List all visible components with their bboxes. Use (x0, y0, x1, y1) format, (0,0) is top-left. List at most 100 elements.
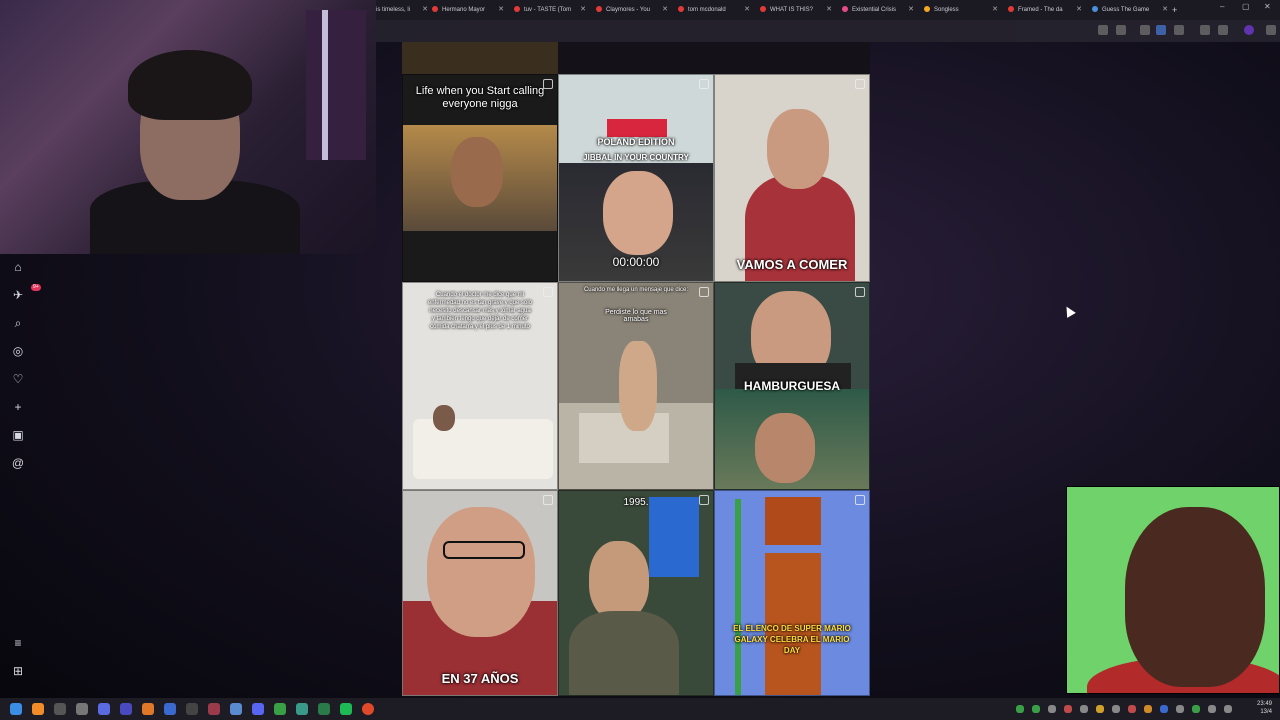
feed-top-partial-tile[interactable] (558, 42, 870, 74)
app-icon[interactable] (318, 703, 330, 715)
minimize-button[interactable]: – (1220, 2, 1224, 11)
search-icon[interactable] (32, 703, 44, 715)
browser-tab[interactable]: tuv - TASTE (Tom ✕ (514, 2, 586, 18)
install-icon[interactable] (1098, 25, 1108, 35)
profile-avatar-icon[interactable] (1244, 25, 1254, 35)
app-icon[interactable] (98, 703, 110, 715)
app-icon[interactable] (230, 703, 242, 715)
tile-timer: 00:00:00 (612, 255, 660, 269)
search-icon[interactable]: ⌕ (11, 316, 25, 330)
threads-icon[interactable]: @ (11, 456, 25, 470)
browser-tab-active[interactable]: Guess The Game ✕ (1092, 2, 1168, 18)
collections-icon[interactable] (1218, 25, 1228, 35)
site-icon (842, 6, 848, 13)
browser-tab[interactable]: Hermano Mayor ✕ (432, 2, 504, 18)
close-window-button[interactable]: ✕ (1264, 2, 1271, 11)
steam-icon[interactable] (186, 703, 198, 715)
menu-icon[interactable]: ≡ (11, 636, 25, 650)
browser-tab[interactable]: Existential Crisis ✕ (842, 2, 914, 18)
feed-tile[interactable]: POLAND EDITION JIBBAL IN YOUR COUNTRY 00… (558, 74, 714, 282)
close-tab-icon[interactable]: ✕ (826, 2, 832, 18)
background-light (322, 10, 328, 160)
home-icon[interactable]: ⌂ (11, 260, 25, 274)
multi-post-icon (855, 287, 865, 297)
browser-tab[interactable]: is timeless, li ✕ (376, 2, 428, 18)
profile-icon[interactable]: ▣ (11, 428, 25, 442)
tray-icon[interactable] (1032, 705, 1040, 713)
volume-icon[interactable] (1224, 705, 1232, 713)
close-tab-icon[interactable]: ✕ (662, 2, 668, 18)
multi-post-icon (699, 495, 709, 505)
maximize-button[interactable]: ▢ (1242, 2, 1250, 11)
new-tab-button[interactable]: + (1172, 2, 1182, 18)
tray-icon[interactable] (1064, 705, 1072, 713)
tray-icon[interactable] (1144, 705, 1152, 713)
network-icon[interactable] (1208, 705, 1216, 713)
feed-tile[interactable]: EL ELENCO DE SUPER MARIO GALAXY CELEBRA … (714, 490, 870, 696)
browser-tab[interactable]: WHAT IS THIS? ✕ (760, 2, 832, 18)
tray-icon[interactable] (1112, 705, 1120, 713)
tray-icon[interactable] (1128, 705, 1136, 713)
background-shelf (306, 10, 366, 160)
taskbar-clock[interactable]: 23:49 13/4 (1257, 700, 1272, 716)
tray-icon[interactable] (1160, 705, 1168, 713)
spotify-icon[interactable] (340, 703, 352, 715)
extensions-puzzle-icon[interactable] (1174, 25, 1184, 35)
feed-tile[interactable]: 1995. (558, 490, 714, 696)
close-tab-icon[interactable]: ✕ (992, 2, 998, 18)
browser-tab[interactable]: tom mcdonald ✕ (678, 2, 750, 18)
close-tab-icon[interactable]: ✕ (580, 2, 586, 18)
close-tab-icon[interactable]: ✕ (422, 2, 428, 18)
feed-top-partial-tile[interactable] (402, 42, 558, 74)
browser-tab[interactable]: Claymores - You ✕ (596, 2, 668, 18)
tray-icon[interactable] (1048, 705, 1056, 713)
inbox-icon[interactable]: ✈ 9+ (11, 284, 41, 302)
app-icon[interactable] (76, 703, 88, 715)
tray-icon[interactable] (1192, 705, 1200, 713)
discord-icon[interactable] (252, 703, 264, 715)
overlay-face (1125, 507, 1265, 687)
close-tab-icon[interactable]: ✕ (908, 2, 914, 18)
feed-tile[interactable]: EN 37 AÑOS (402, 490, 558, 696)
close-tab-icon[interactable]: ✕ (744, 2, 750, 18)
browser-icon[interactable] (362, 703, 374, 715)
feed-tile[interactable]: VAMOS A COMER (714, 74, 870, 282)
tile-caption: POLAND EDITION (597, 137, 675, 147)
app-icon[interactable] (120, 703, 132, 715)
site-icon (924, 6, 930, 13)
tray-icon[interactable] (1016, 705, 1024, 713)
app-icon[interactable] (164, 703, 176, 715)
app-icon[interactable] (208, 703, 220, 715)
tile-caption: EL ELENCO DE SUPER MARIO GALAXY CELEBRA … (733, 624, 851, 655)
browser-tab[interactable]: Framed - The da ✕ (1008, 2, 1082, 18)
app-icon[interactable] (296, 703, 308, 715)
extension-icon[interactable] (1140, 25, 1150, 35)
tray-icon[interactable] (1176, 705, 1184, 713)
close-tab-icon[interactable]: ✕ (1076, 2, 1082, 18)
overlay-video-frame (1066, 486, 1280, 694)
youtube-icon (432, 6, 438, 13)
create-icon[interactable]: + (11, 400, 25, 414)
app-icon[interactable] (142, 703, 154, 715)
explore-icon[interactable]: ◎ (11, 344, 25, 358)
mouse-cursor-icon (1062, 304, 1076, 318)
favorites-icon[interactable] (1200, 25, 1210, 35)
close-tab-icon[interactable]: ✕ (1162, 2, 1168, 18)
extension-icon[interactable] (1156, 25, 1166, 35)
tray-icon[interactable] (1096, 705, 1104, 713)
feed-tile[interactable]: Life when you Start calling everyone nig… (402, 74, 558, 282)
app-icon[interactable] (274, 703, 286, 715)
heart-icon[interactable]: ♡ (11, 372, 25, 386)
browser-tab[interactable]: Songless ✕ (924, 2, 998, 18)
more-icon[interactable]: ⊞ (11, 664, 25, 678)
close-tab-icon[interactable]: ✕ (498, 2, 504, 18)
multi-post-icon (699, 79, 709, 89)
more-options-icon[interactable] (1266, 25, 1276, 35)
bookmark-star-icon[interactable] (1116, 25, 1126, 35)
feed-tile[interactable]: Cuando me llega un mensaje que dice: Per… (558, 282, 714, 490)
feed-tile[interactable]: Cuando el doctor me dice que mi enfermed… (402, 282, 558, 490)
tray-icon[interactable] (1080, 705, 1088, 713)
app-icon[interactable] (54, 703, 66, 715)
feed-tile[interactable]: HAMBURGUESA (714, 282, 870, 490)
start-menu-icon[interactable] (10, 703, 22, 715)
